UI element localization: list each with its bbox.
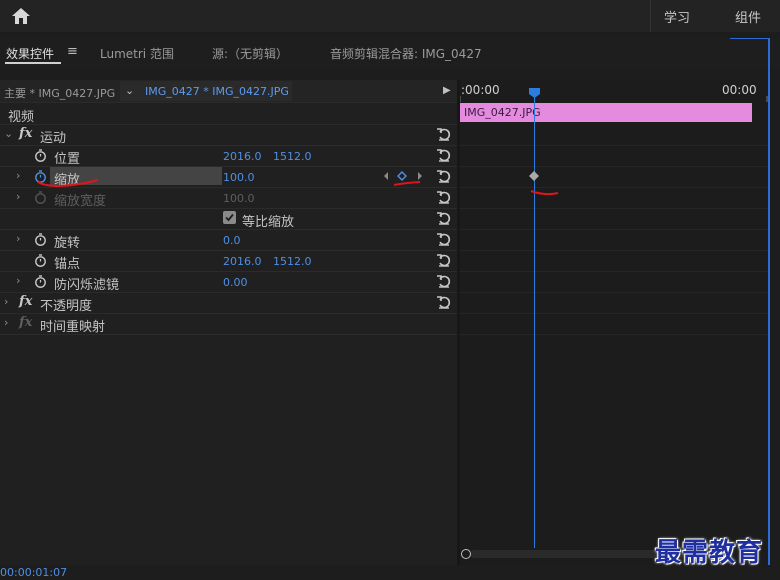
panel-focus-border-top — [730, 38, 770, 39]
uniform-scale-checkbox[interactable] — [223, 211, 236, 224]
chevron-right-icon[interactable]: › — [4, 295, 8, 308]
scale-value[interactable]: 100.0 — [223, 171, 255, 184]
current-timecode[interactable]: 00:00:01:07 — [0, 566, 67, 579]
stopwatch-icon[interactable] — [34, 170, 47, 183]
timeline-row-line — [460, 334, 768, 335]
anchor-y-value[interactable]: 1512.0 — [273, 255, 312, 268]
master-clip-tab[interactable]: 主要 * IMG_0427.JPG — [4, 85, 115, 101]
uniform-scale-label: 等比缩放 — [242, 215, 295, 230]
timeline-row-line — [460, 166, 768, 167]
keyframe-navigator[interactable] — [382, 168, 428, 184]
property-label-scale: 缩放 — [54, 173, 81, 188]
property-row-position[interactable]: 位置 2016.0 1512.0 — [0, 145, 457, 167]
reset-icon[interactable] — [436, 126, 452, 142]
effect-row-opacity[interactable]: › fx 不透明度 — [0, 292, 457, 314]
timeline-row-line — [460, 208, 768, 209]
timeline-row-line — [460, 292, 768, 293]
anti-flicker-value[interactable]: 0.00 — [223, 276, 248, 289]
time-ruler[interactable] — [460, 96, 768, 102]
workspace-bar — [0, 0, 780, 32]
panel-menu-icon[interactable]: ≡ — [67, 44, 78, 59]
effect-row-motion[interactable]: ⌄ fx 运动 — [0, 124, 457, 146]
stopwatch-icon[interactable] — [34, 254, 47, 267]
reset-icon[interactable] — [436, 294, 452, 310]
reset-icon[interactable] — [436, 273, 452, 289]
effect-row-time-remapping[interactable]: › fx 时间重映射 — [0, 313, 457, 335]
property-row-anti-flicker[interactable]: › 防闪烁滤镜 0.00 — [0, 271, 457, 293]
stopwatch-icon[interactable] — [34, 233, 47, 246]
chevron-right-icon[interactable]: › — [16, 232, 20, 245]
fx-toggle-icon[interactable]: fx — [19, 294, 32, 309]
tab-lumetri-scopes[interactable]: Lumetri 范围 — [100, 45, 174, 62]
scale-width-value: 100.0 — [223, 192, 255, 205]
timeline-row-line — [460, 271, 768, 272]
timeline-row-line — [460, 313, 768, 314]
property-row-scale-width: › 缩放宽度 100.0 — [0, 187, 457, 209]
fx-toggle-icon: fx — [19, 315, 33, 330]
property-label-position: 位置 — [54, 152, 81, 167]
sequence-clip-label[interactable]: IMG_0427 * IMG_0427.JPG — [145, 85, 289, 98]
property-label-rotation: 旋转 — [54, 236, 81, 251]
workspace-learn[interactable]: 学习 — [664, 7, 690, 26]
tab-effect-controls[interactable]: 效果控件 — [6, 45, 54, 62]
chevron-down-icon[interactable]: ⌄ — [125, 84, 134, 97]
reset-icon[interactable] — [436, 168, 452, 184]
timeline-row-line — [460, 187, 768, 188]
effect-name-time-remapping: 时间重映射 — [40, 320, 106, 335]
reset-icon[interactable] — [436, 252, 452, 268]
property-label-anchor-point: 锚点 — [54, 257, 81, 272]
tab-source[interactable]: 源:（无剪辑） — [212, 45, 288, 62]
chevron-right-icon[interactable]: › — [16, 274, 20, 287]
property-label-anti-flicker: 防闪烁滤镜 — [54, 278, 120, 293]
chevron-right-icon[interactable]: › — [16, 169, 20, 182]
effect-name-opacity: 不透明度 — [40, 299, 93, 314]
timeline-end-time: 00:00 — [722, 83, 757, 97]
stopwatch-icon — [35, 191, 46, 204]
active-tab-underline — [5, 62, 61, 64]
position-x-value[interactable]: 2016.0 — [223, 150, 262, 163]
rotation-value[interactable]: 0.0 — [223, 234, 241, 247]
stopwatch-icon[interactable] — [34, 149, 47, 162]
chevron-right-icon: › — [16, 190, 21, 203]
video-section-label: 视频 — [8, 110, 35, 125]
property-row-anchor-point[interactable]: 锚点 2016.0 1512.0 — [0, 250, 457, 272]
reset-icon[interactable] — [436, 147, 452, 163]
reset-icon[interactable] — [436, 231, 452, 247]
timeline-row-line — [460, 229, 768, 230]
anchor-x-value[interactable]: 2016.0 — [223, 255, 262, 268]
watermark-logo: 最需教育 — [655, 538, 764, 568]
timeline-row-line — [460, 145, 768, 146]
tab-audio-clip-mixer[interactable]: 音频剪辑混合器: IMG_0427 — [330, 45, 482, 62]
clip-bar-label: IMG_0427.JPG — [464, 106, 541, 119]
keyframe-diamond[interactable] — [529, 171, 539, 181]
chevron-down-icon[interactable]: ⌄ — [4, 127, 13, 140]
playhead-handle[interactable] — [529, 88, 540, 98]
play-icon[interactable]: ▶ — [443, 85, 451, 96]
home-icon[interactable] — [10, 6, 32, 26]
playhead-line[interactable] — [534, 92, 535, 548]
stopwatch-icon[interactable] — [34, 275, 47, 288]
timeline-start-time: :00:00 — [461, 83, 500, 97]
timeline-row-line — [460, 250, 768, 251]
video-section-header: 视频 — [0, 103, 457, 125]
workspace-divider — [650, 0, 651, 32]
fx-toggle-icon[interactable]: fx — [19, 126, 32, 141]
property-row-rotation[interactable]: › 旋转 0.0 — [0, 229, 457, 251]
keyframe-timeline[interactable] — [460, 80, 768, 565]
scrollbar-handle[interactable] — [461, 549, 471, 559]
reset-icon[interactable] — [436, 210, 452, 226]
position-y-value[interactable]: 1512.0 — [273, 150, 312, 163]
chevron-right-icon[interactable]: › — [4, 316, 8, 329]
reset-icon[interactable] — [436, 189, 452, 205]
effect-name-motion: 运动 — [40, 131, 67, 146]
property-label-scale-width: 缩放宽度 — [54, 194, 107, 209]
workspace-assemble[interactable]: 组件 — [735, 7, 761, 26]
panel-focus-border — [768, 38, 770, 568]
